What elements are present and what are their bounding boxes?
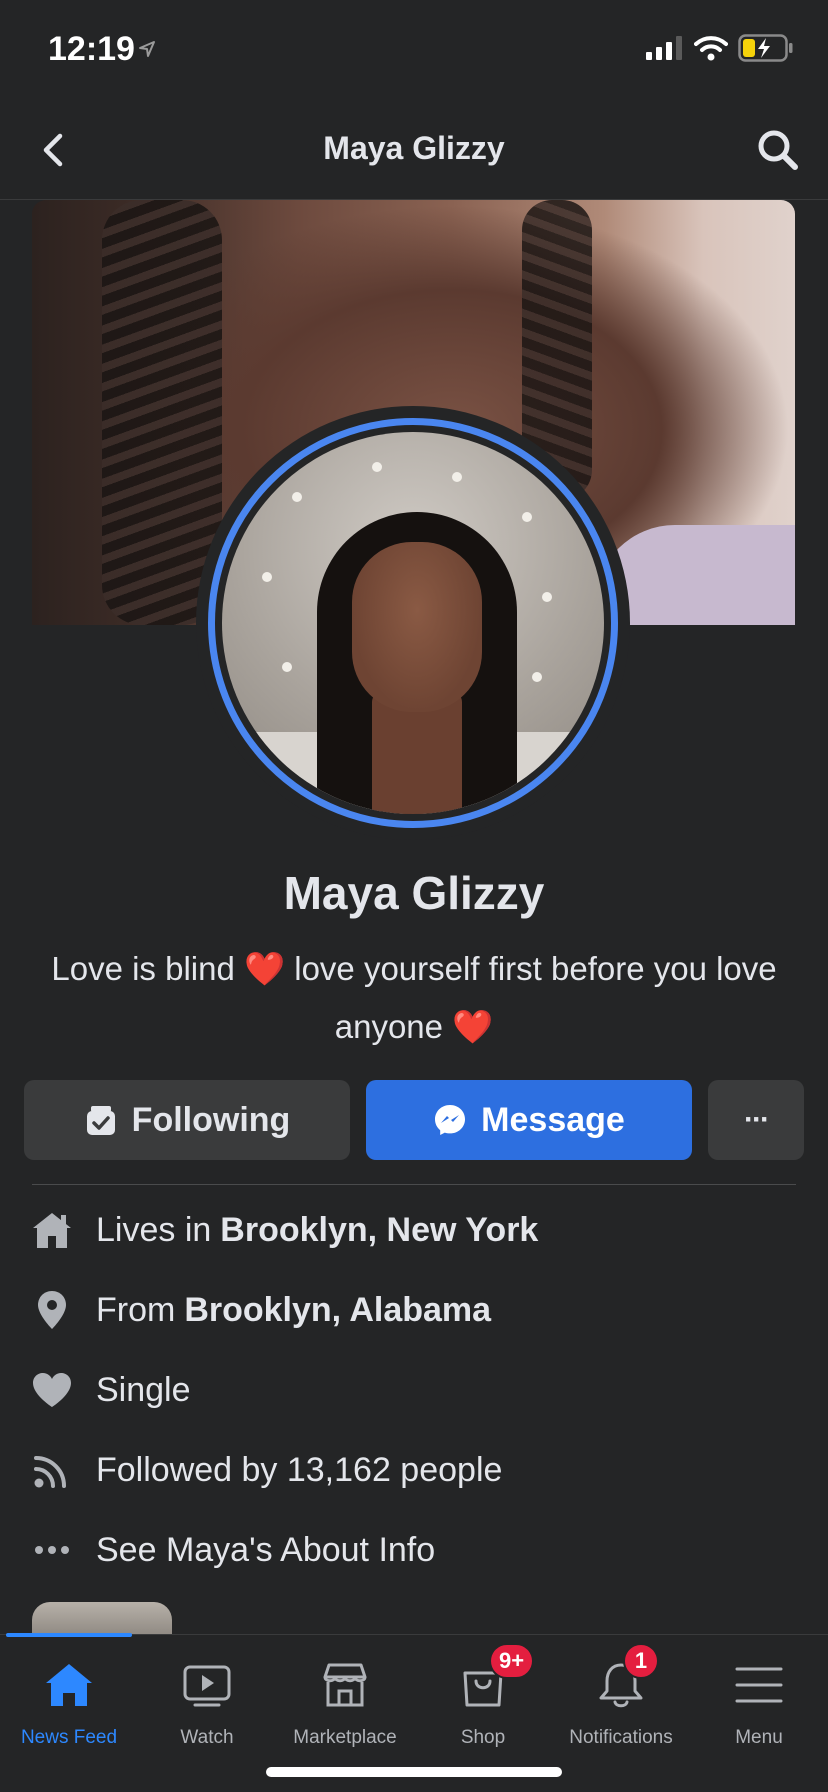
following-check-icon	[86, 1106, 115, 1135]
more-label: ···	[744, 1103, 770, 1136]
tab-label: Notifications	[569, 1727, 673, 1748]
status-bar: 12:19	[0, 0, 828, 100]
more-options-button[interactable]: ···	[708, 1080, 804, 1160]
profile-name: Maya Glizzy	[283, 867, 545, 919]
home-icon	[41, 1657, 97, 1713]
bell-icon: 1	[593, 1643, 659, 1713]
location-pin-icon	[30, 1288, 74, 1332]
wifi-icon	[694, 36, 728, 61]
bio-line: anyone ❤️	[334, 1008, 494, 1045]
tab-label: Marketplace	[293, 1727, 397, 1748]
battery-charging-icon	[738, 34, 793, 62]
watch-icon	[179, 1657, 235, 1713]
tab-news-feed[interactable]: News Feed	[0, 1657, 138, 1749]
following-label: Following	[131, 1100, 291, 1139]
profile-bio: Love is blind ❤️ love yourself first bef…	[30, 940, 798, 1056]
bio-line: Love is blind ❤️ love yourself first bef…	[51, 950, 777, 987]
tab-marketplace[interactable]: Marketplace	[276, 1657, 414, 1749]
info-relationship: Single	[30, 1350, 810, 1430]
info-see-about[interactable]: See Maya's About Info	[30, 1510, 810, 1590]
location-arrow-icon	[139, 41, 155, 57]
menu-icon	[731, 1657, 787, 1713]
intro-list: Lives in Brooklyn, New York From Brookly…	[30, 1190, 810, 1590]
home-indicator[interactable]	[266, 1767, 562, 1777]
tab-label: Watch	[180, 1727, 234, 1748]
nav-title: Maya Glizzy	[323, 130, 505, 166]
rss-followers-icon	[30, 1448, 74, 1492]
active-tab-indicator	[6, 1633, 132, 1637]
heart-icon	[30, 1368, 74, 1412]
nav-bar: Maya Glizzy	[0, 100, 828, 200]
more-dots-icon	[30, 1528, 74, 1572]
home-icon	[30, 1208, 74, 1252]
shop-badge: 9+	[489, 1643, 535, 1679]
featured-photo-thumbnail[interactable]	[32, 1602, 172, 1636]
tab-watch[interactable]: Watch	[138, 1657, 276, 1749]
status-icons	[646, 34, 794, 62]
avatar	[222, 432, 604, 814]
tab-label: Shop	[460, 1727, 506, 1748]
tab-menu[interactable]: Menu	[690, 1657, 828, 1749]
profile-actions: Following Message ···	[24, 1080, 804, 1160]
info-from: From Brooklyn, Alabama	[30, 1270, 810, 1350]
info-followers: Followed by 13,162 people	[30, 1430, 810, 1510]
info-lives-in: Lives in Brooklyn, New York	[30, 1190, 810, 1270]
following-button[interactable]: Following	[24, 1080, 350, 1160]
search-icon	[758, 130, 798, 170]
message-button[interactable]: Message	[366, 1080, 692, 1160]
tab-notifications[interactable]: 1 Notifications	[552, 1643, 690, 1749]
tab-label: News Feed	[20, 1727, 118, 1748]
cellular-signal-icon	[646, 36, 682, 60]
notifications-badge: 1	[623, 1643, 659, 1679]
divider	[32, 1184, 796, 1185]
shop-icon: 9+	[455, 1643, 535, 1713]
tab-label: Menu	[735, 1727, 783, 1748]
from-place[interactable]: Brooklyn, Alabama	[184, 1291, 491, 1330]
tab-shop[interactable]: 9+ Shop	[414, 1643, 552, 1749]
messenger-icon	[435, 1105, 466, 1135]
marketplace-icon	[317, 1657, 373, 1713]
message-label: Message	[481, 1100, 625, 1139]
search-button[interactable]	[752, 124, 804, 176]
lives-in-place[interactable]: Brooklyn, New York	[220, 1211, 538, 1250]
status-time: 12:19	[48, 30, 135, 68]
profile-picture[interactable]	[196, 406, 630, 840]
